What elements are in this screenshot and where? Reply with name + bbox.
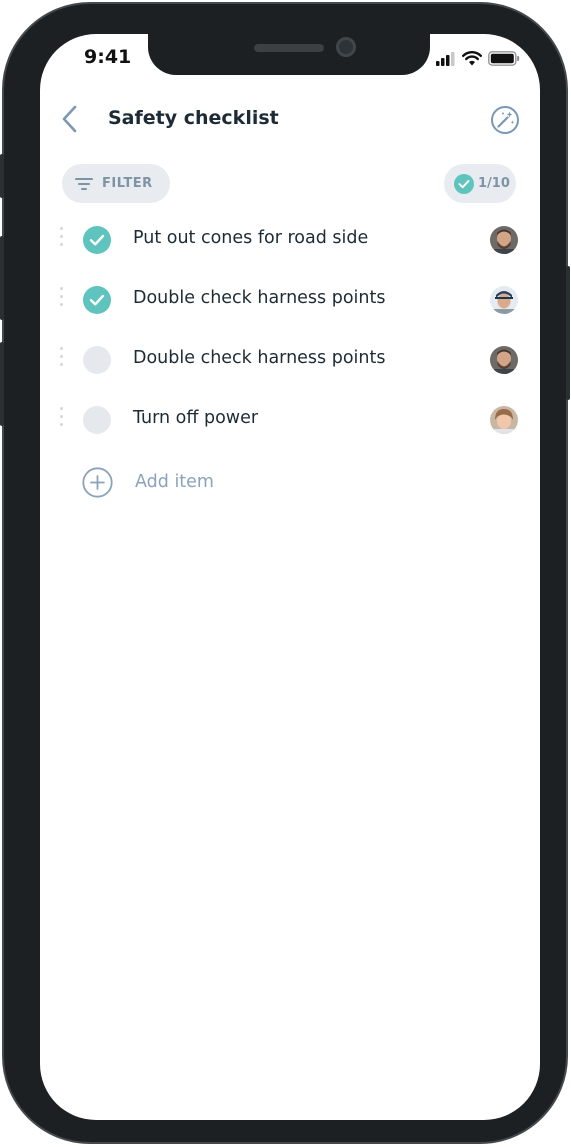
notch xyxy=(148,34,430,75)
checklist-item[interactable]: Turn off power xyxy=(40,390,540,450)
avatar-image xyxy=(490,406,518,434)
avatar-image xyxy=(490,346,518,374)
avatar-image xyxy=(490,226,518,254)
checklist: Put out cones for road side Double check… xyxy=(40,210,540,450)
cellular-signal-icon xyxy=(436,52,455,66)
item-label: Double check harness points xyxy=(133,348,386,368)
add-item-label: Add item xyxy=(135,472,214,492)
magic-action-button[interactable] xyxy=(490,105,520,135)
item-checkbox-checked[interactable] xyxy=(83,286,111,314)
checklist-item[interactable]: Double check harness points xyxy=(40,270,540,330)
checklist-item[interactable]: Double check harness points xyxy=(40,330,540,390)
filter-button[interactable]: FILTER xyxy=(62,164,170,203)
drag-handle-icon[interactable] xyxy=(60,347,66,373)
back-button[interactable] xyxy=(58,104,84,134)
avatar[interactable] xyxy=(490,406,518,434)
item-label: Double check harness points xyxy=(133,288,386,308)
avatar[interactable] xyxy=(490,346,518,374)
status-icons xyxy=(436,48,520,66)
checklist-item[interactable]: Put out cones for road side xyxy=(40,210,540,270)
drag-handle-icon[interactable] xyxy=(60,407,66,433)
screen: 9:41 Safety checklist FILTER 1/10 Put ou… xyxy=(40,34,540,1120)
volume-down-button xyxy=(0,342,4,426)
item-checkbox-unchecked[interactable] xyxy=(83,346,111,374)
avatar[interactable] xyxy=(490,286,518,314)
plus-circle-icon xyxy=(82,467,113,498)
status-time: 9:41 xyxy=(84,46,132,68)
volume-up-button xyxy=(0,236,4,320)
filter-icon xyxy=(75,177,93,190)
front-camera xyxy=(336,37,356,57)
magic-wand-icon xyxy=(491,106,519,134)
wifi-icon xyxy=(462,51,482,66)
progress-badge[interactable]: 1/10 xyxy=(444,164,516,203)
item-checkbox-unchecked[interactable] xyxy=(83,406,111,434)
check-circle-icon xyxy=(454,173,474,194)
item-label: Put out cones for road side xyxy=(133,228,369,248)
battery-icon xyxy=(488,51,520,66)
filter-label: FILTER xyxy=(102,176,153,191)
add-item-button[interactable]: Add item xyxy=(40,460,540,504)
chevron-left-icon xyxy=(62,105,77,133)
drag-handle-icon[interactable] xyxy=(60,287,66,313)
checkmark-icon xyxy=(89,294,105,306)
progress-count: 1/10 xyxy=(478,176,510,191)
checkmark-icon xyxy=(89,234,105,246)
item-label: Turn off power xyxy=(133,408,259,428)
speaker xyxy=(254,44,324,52)
drag-handle-icon[interactable] xyxy=(60,227,66,253)
power-button xyxy=(566,266,570,400)
item-checkbox-checked[interactable] xyxy=(83,226,111,254)
avatar-image xyxy=(490,286,518,314)
avatar[interactable] xyxy=(490,226,518,254)
page-title: Safety checklist xyxy=(108,107,279,129)
phone-frame: 9:41 Safety checklist FILTER 1/10 Put ou… xyxy=(0,2,570,1144)
mute-switch xyxy=(0,154,4,198)
